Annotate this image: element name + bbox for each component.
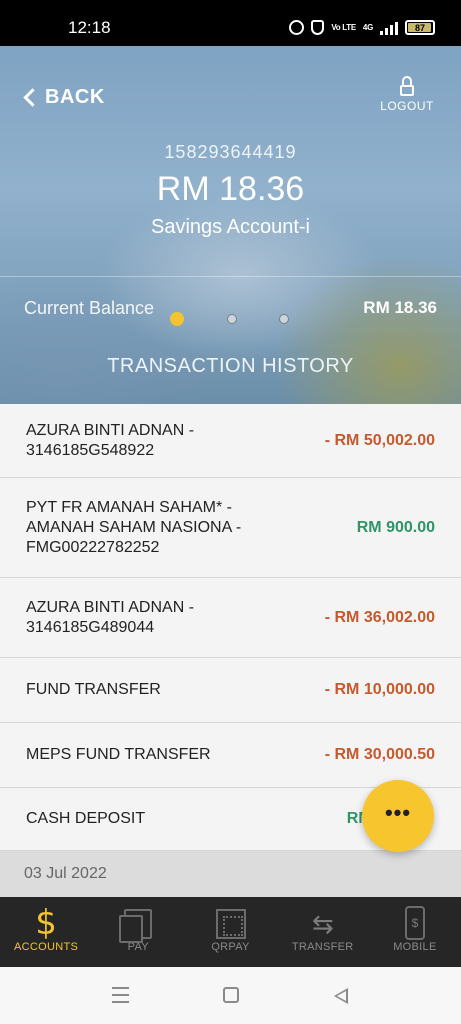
battery-level: 87 — [414, 22, 425, 33]
nav-label: ACCOUNTS — [14, 941, 79, 953]
current-balance-value: RM 18.36 — [363, 298, 437, 317]
logout-label: LOGOUT — [380, 99, 434, 113]
date-header-label: 03 Jul 2022 — [24, 865, 107, 882]
account-type: Savings Account-i — [151, 216, 310, 238]
account-header: BACK LOGOUT 158293644419 RM 18.36 Saving… — [0, 46, 461, 404]
transaction-row[interactable]: MEPS FUND TRANSFER - RM 30,000.50 — [0, 723, 461, 788]
shield-icon — [311, 20, 325, 35]
nav-label: MOBILE — [393, 941, 437, 953]
transaction-description: MEPS FUND TRANSFER — [26, 746, 211, 763]
transaction-row[interactable]: FUND TRANSFER - RM 10,000.00 — [0, 658, 461, 723]
network-type: 4G — [362, 23, 373, 32]
account-balance: RM 18.36 — [156, 170, 305, 208]
home-icon[interactable] — [223, 987, 239, 1003]
transaction-description: AZURA BINTI ADNAN - 3146185G489044 — [26, 598, 195, 636]
nav-qrpay[interactable]: QRPAY — [184, 897, 276, 967]
transaction-row[interactable]: PYT FR AMANAH SAHAM* - AMANAH SAHAM NASI… — [0, 478, 461, 578]
battery-icon: 87 — [405, 20, 435, 35]
transaction-amount: - RM 10,000.00 — [324, 681, 435, 698]
transaction-amount: - RM 36,002.00 — [324, 608, 435, 626]
back-label: BACK — [45, 86, 105, 108]
header-divider — [0, 276, 461, 277]
transaction-row[interactable]: AZURA BINTI ADNAN - 3146185G489044 - RM … — [0, 578, 461, 658]
chevron-left-icon — [23, 88, 42, 107]
logout-button[interactable]: LOGOUT — [379, 76, 435, 113]
page-dot-3[interactable] — [279, 314, 289, 324]
status-time: 12:18 — [68, 18, 111, 37]
nav-label: TRANSFER — [291, 941, 354, 953]
transaction-description: AZURA BINTI ADNAN - 3146185G548922 — [26, 421, 195, 459]
transaction-description: PYT FR AMANAH SAHAM* - AMANAH SAHAM NASI… — [26, 498, 242, 556]
transaction-amount: RM 900.00 — [356, 518, 435, 536]
page-dot-2[interactable] — [227, 314, 237, 324]
mobile-icon: $ — [404, 906, 425, 940]
nav-mobile[interactable]: $ MOBILE — [369, 897, 461, 967]
transaction-description: CASH DEPOSIT — [26, 810, 146, 827]
signal-icon — [380, 21, 398, 35]
qr-icon — [215, 909, 246, 939]
nav-label: QRPAY — [211, 941, 250, 953]
status-bar: 12:18 Vo LTE 4G 87 — [0, 0, 461, 46]
page-dot-1[interactable] — [170, 312, 184, 326]
back-button[interactable]: BACK — [22, 86, 105, 109]
system-nav-bar — [0, 967, 461, 1024]
alarm-icon — [289, 20, 305, 35]
pay-icon — [119, 909, 153, 943]
nav-transfer[interactable]: ⇆ TRANSFER — [277, 897, 369, 967]
transaction-amount: - RM 30,000.50 — [324, 746, 435, 763]
account-number: 158293644419 — [164, 142, 297, 162]
dollar-icon: $ — [35, 903, 57, 943]
transfer-icon: ⇆ — [311, 909, 334, 939]
transaction-row[interactable]: AZURA BINTI ADNAN - 3146185G548922 - RM … — [0, 404, 461, 478]
volte-indicator: Vo LTE — [331, 23, 356, 32]
transaction-history-title: TRANSACTION HISTORY — [107, 355, 354, 377]
page-indicator — [170, 312, 295, 328]
transaction-amount: - RM 50,002.00 — [324, 431, 435, 449]
date-header: 03 Jul 2022 — [0, 851, 461, 897]
unlock-icon — [400, 76, 414, 96]
transaction-description: FUND TRANSFER — [26, 681, 161, 698]
status-icons: Vo LTE 4G 87 — [289, 20, 435, 35]
nav-accounts[interactable]: $ ACCOUNTS — [0, 897, 92, 967]
more-actions-button[interactable]: ••• — [362, 780, 434, 852]
bottom-nav: $ ACCOUNTS PAY QRPAY ⇆ TRANSFER $ MOBILE — [0, 897, 461, 967]
back-triangle-icon[interactable] — [334, 988, 348, 1004]
current-balance-label: Current Balance — [24, 298, 155, 318]
more-dots-icon: ••• — [384, 800, 412, 825]
recent-apps-icon[interactable] — [112, 987, 129, 1003]
nav-pay[interactable]: PAY — [92, 897, 184, 967]
